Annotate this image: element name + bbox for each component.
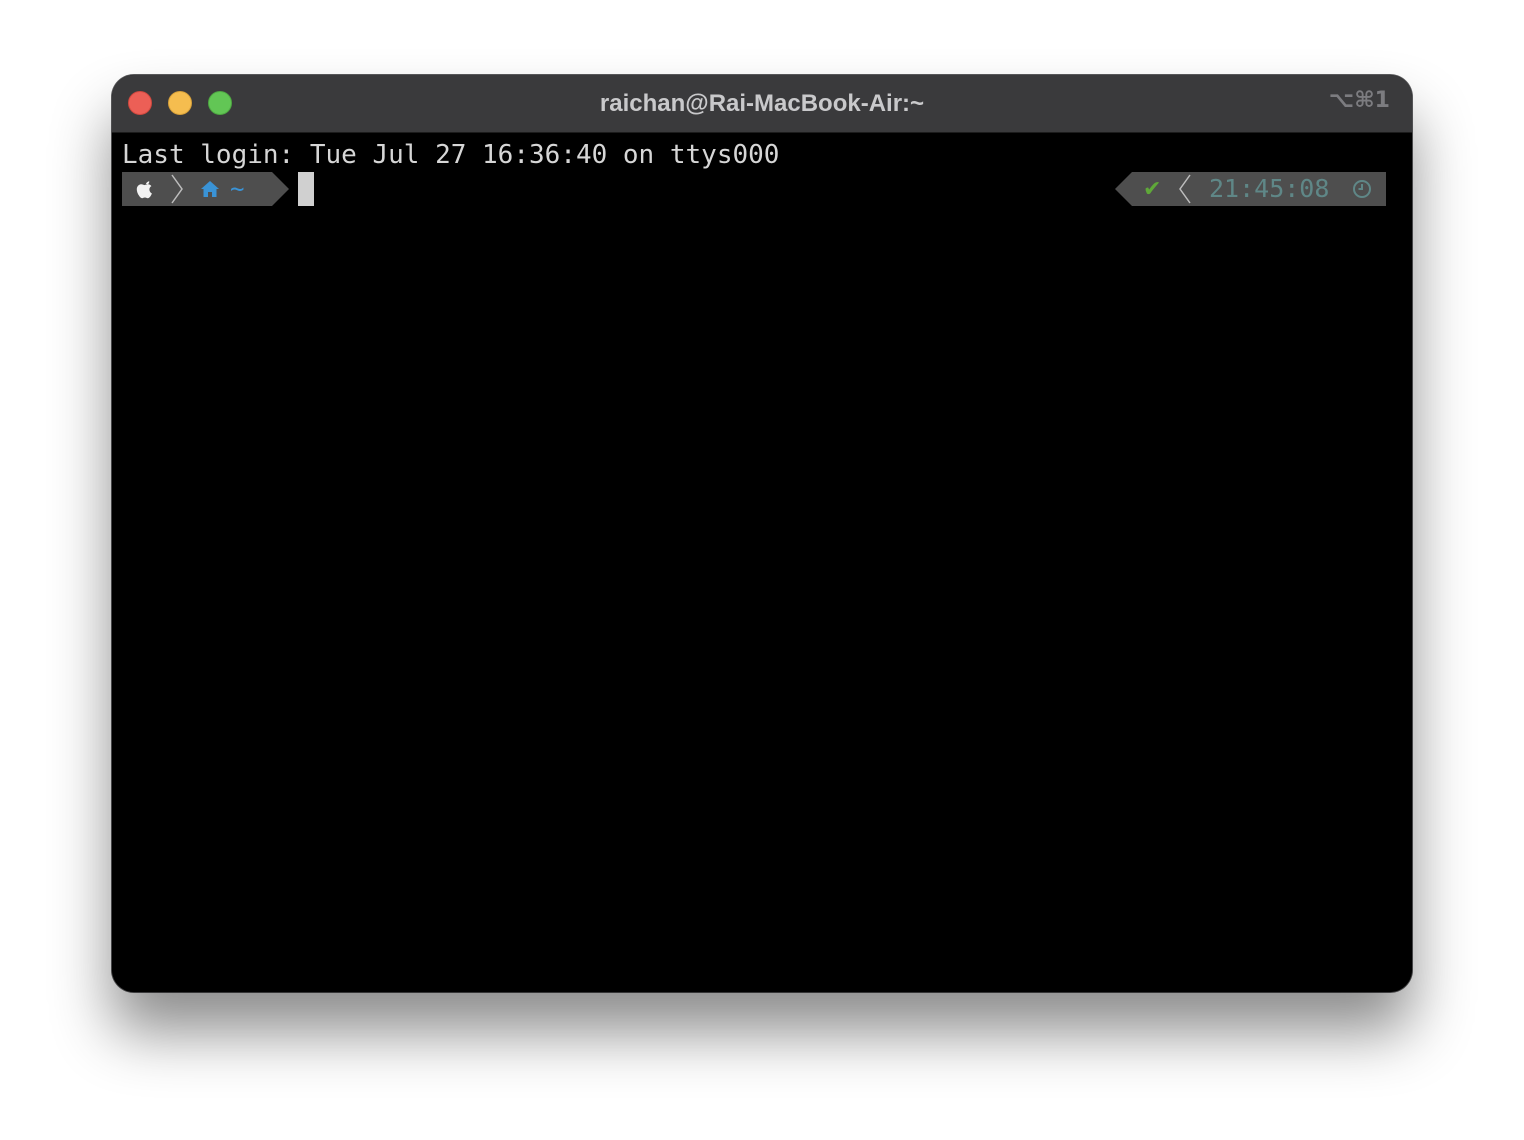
separator-left-icon <box>1179 174 1191 204</box>
window-title: raichan@Rai-MacBook-Air:~ <box>599 90 925 117</box>
last-login-line: Last login: Tue Jul 27 16:36:40 on ttys0… <box>122 140 780 170</box>
terminal-window: raichan@Rai-MacBook-Air:~ ⌥⌘1 Last login… <box>112 75 1412 992</box>
prompt-time: 21:45:08 <box>1209 174 1330 203</box>
home-icon <box>201 181 219 197</box>
window-shortcut: ⌥⌘1 <box>1328 88 1390 113</box>
terminal-content[interactable]: Last login: Tue Jul 27 16:36:40 on ttys0… <box>112 133 1412 992</box>
prompt-path: ~ <box>230 175 245 203</box>
prompt-left-arrow <box>272 172 289 206</box>
separator-icon <box>171 174 183 204</box>
title-bar[interactable]: raichan@Rai-MacBook-Air:~ ⌥⌘1 <box>112 75 1412 133</box>
apple-icon <box>136 181 152 199</box>
text-cursor <box>298 172 314 206</box>
clock-icon <box>1353 180 1371 198</box>
prompt-right-arrow <box>1115 172 1132 206</box>
check-icon: ✔ <box>1143 177 1162 202</box>
